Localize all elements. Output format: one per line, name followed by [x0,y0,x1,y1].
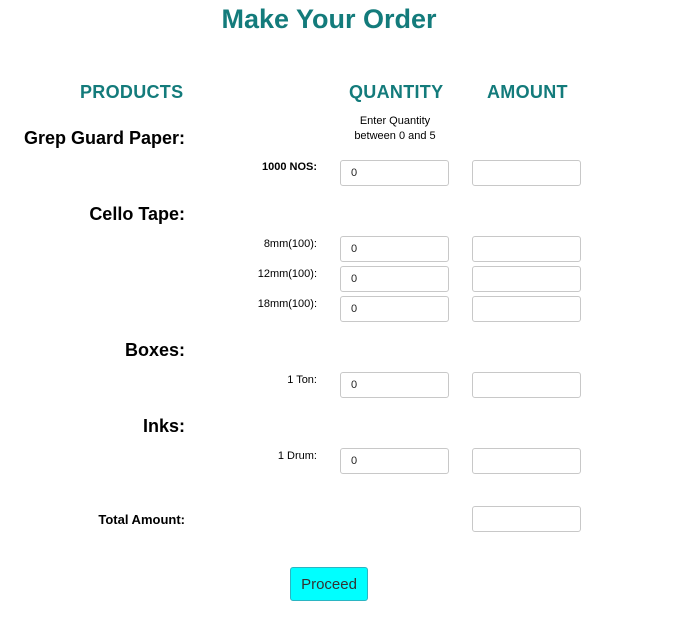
quantity-input-12mm[interactable] [340,266,449,292]
quantity-hint: Enter Quantity between 0 and 5 [340,114,450,144]
quantity-input-18mm[interactable] [340,296,449,322]
quantity-input-8mm[interactable] [340,236,449,262]
quantity-input-1000-nos[interactable] [340,160,449,186]
quantity-hint-line1: Enter Quantity [359,115,431,127]
total-amount-field[interactable] [472,506,581,532]
amount-column-header: AMOUNT [487,82,568,102]
quantity-input-1-drum[interactable] [340,448,449,474]
item-label-1-drum: 1 Drum: [277,450,317,462]
quantity-hint-line2: between 0 and 5 [354,130,436,142]
amount-field-1-drum[interactable] [472,448,581,474]
item-label-1000-nos: 1000 NOS: [261,161,317,173]
item-label-18mm: 18mm(100): [257,298,317,310]
item-label-1-ton: 1 Ton: [287,374,317,386]
proceed-button[interactable]: Proceed [290,567,368,601]
product-name-boxes: Boxes: [124,340,185,360]
product-name-inks: Inks: [142,416,185,436]
total-amount-label: Total Amount: [98,512,185,527]
amount-field-12mm[interactable] [472,266,581,292]
products-column-header: PRODUCTS [80,82,184,102]
amount-field-1-ton[interactable] [472,372,581,398]
amount-field-8mm[interactable] [472,236,581,262]
product-name-grep-guard-paper: Grep Guard Paper: [23,128,185,148]
page-title: Make Your Order [221,4,437,34]
amount-field-18mm[interactable] [472,296,581,322]
quantity-column-header: QUANTITY [349,82,444,102]
item-label-8mm: 8mm(100): [263,238,317,250]
item-label-12mm: 12mm(100): [257,268,317,280]
quantity-input-1-ton[interactable] [340,372,449,398]
amount-field-1000-nos[interactable] [472,160,581,186]
product-name-cello-tape: Cello Tape: [89,204,185,224]
